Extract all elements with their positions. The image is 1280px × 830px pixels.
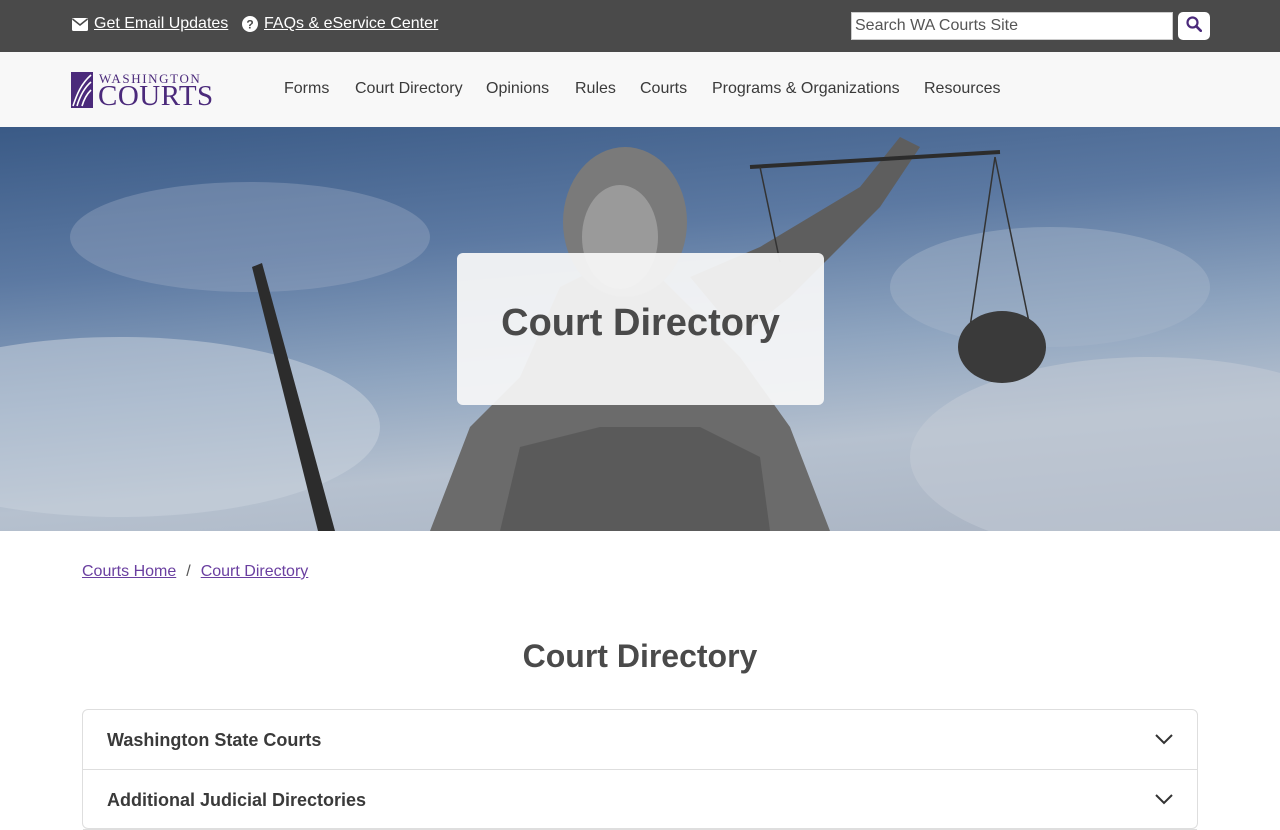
accordion-item-label: Additional Judicial Directories (107, 790, 367, 810)
logo-mark-icon (71, 72, 93, 108)
breadcrumb-court-directory[interactable]: Court Directory (201, 563, 309, 581)
main-navbar: WASHINGTON COURTS Forms Court Directory … (0, 52, 1280, 127)
breadcrumb-separator: / (186, 563, 191, 580)
breadcrumb-courts-home[interactable]: Courts Home (82, 563, 176, 581)
nav-court-directory[interactable]: Court Directory (355, 80, 463, 98)
directory-accordion: Washington State Courts Additional Judic… (82, 709, 1198, 830)
email-updates-link[interactable]: Get Email Updates (72, 15, 228, 33)
email-updates-label: Get Email Updates (94, 15, 229, 32)
nav-forms[interactable]: Forms (284, 80, 329, 98)
search-button[interactable] (1178, 12, 1210, 40)
envelope-icon (72, 17, 88, 31)
chevron-down-icon (1155, 732, 1173, 750)
utility-bar: Get Email Updates ? FAQs & eService Cent… (0, 0, 1280, 52)
nav-opinions[interactable]: Opinions (486, 80, 549, 98)
accordion-item-additional-judicial-directories[interactable]: Additional Judicial Directories (83, 770, 1197, 830)
page-title: Court Directory (522, 638, 758, 674)
nav-resources[interactable]: Resources (924, 80, 1000, 98)
logo-main-text: COURTS (98, 80, 214, 112)
nav-courts[interactable]: Courts (640, 80, 687, 98)
washington-courts-logo[interactable]: WASHINGTON COURTS (71, 71, 217, 112)
search-icon (1186, 15, 1203, 37)
chevron-down-icon (1155, 792, 1173, 810)
faq-eservice-link[interactable]: ? FAQs & eService Center (242, 15, 438, 33)
hero-banner: Court Directory (0, 127, 1280, 531)
svg-text:?: ? (246, 18, 253, 32)
faq-eservice-label: FAQs & eService Center (264, 15, 439, 32)
search-input[interactable] (851, 12, 1173, 40)
hero-title: Court Directory (501, 301, 780, 344)
nav-programs-organizations[interactable]: Programs & Organizations (712, 80, 900, 98)
breadcrumb: Courts Home / Court Directory (82, 563, 308, 581)
accordion-item-label: Washington State Courts (107, 730, 322, 750)
question-circle-icon: ? (242, 16, 258, 32)
accordion-item-washington-state-courts[interactable]: Washington State Courts (83, 710, 1197, 770)
nav-rules[interactable]: Rules (575, 80, 616, 98)
hero-title-card: Court Directory (457, 253, 824, 405)
